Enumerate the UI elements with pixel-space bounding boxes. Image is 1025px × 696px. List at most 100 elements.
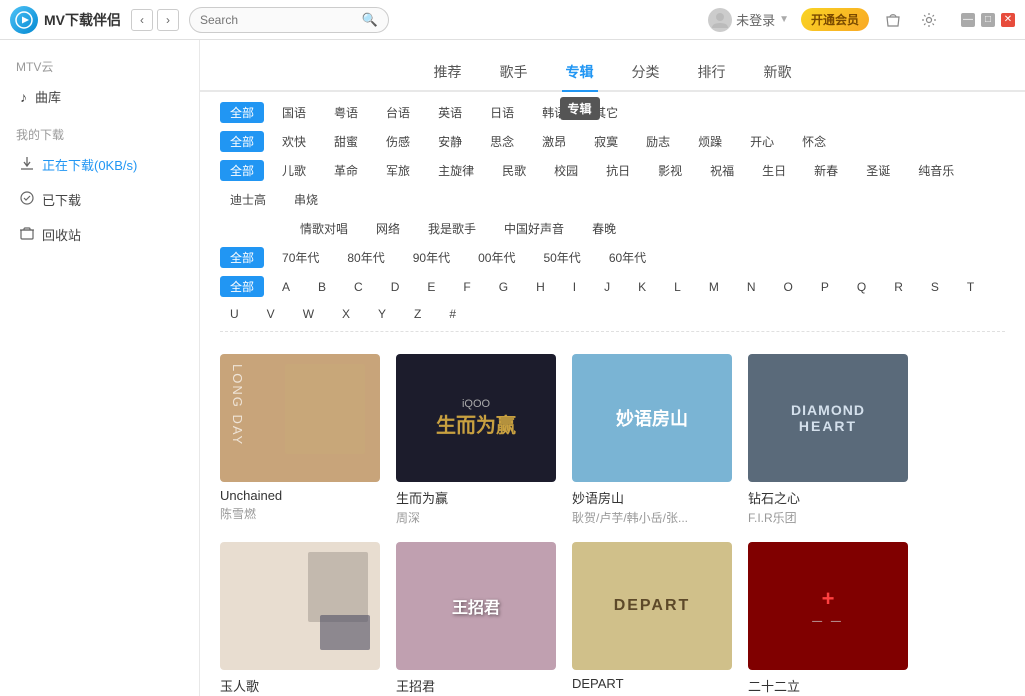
tab-paihang[interactable]: 排行 [694, 54, 730, 90]
filter-50s[interactable]: 50年代 [533, 247, 590, 268]
filter-60s[interactable]: 60年代 [599, 247, 656, 268]
filter-U[interactable]: U [220, 305, 249, 323]
filter-X[interactable]: X [332, 305, 360, 323]
filter-guoyu[interactable]: 国语 [272, 102, 316, 123]
filter-riyu[interactable]: 日语 [480, 102, 524, 123]
filter-H[interactable]: H [526, 278, 555, 296]
filter-N[interactable]: N [737, 278, 766, 296]
filter-D[interactable]: D [381, 278, 410, 296]
filter-V[interactable]: V [257, 305, 285, 323]
tab-xinge[interactable]: 新歌 [760, 54, 796, 90]
filter-wogeshou[interactable]: 我是歌手 [418, 218, 486, 239]
filter-hash[interactable]: # [439, 305, 466, 323]
nav-back[interactable]: ‹ [131, 9, 153, 31]
filter-yingyu[interactable]: 英语 [428, 102, 472, 123]
filter-80s[interactable]: 80年代 [337, 247, 394, 268]
album-card-diamond[interactable]: DIAMOND HEART 钻石之心 F.I.R乐团 [748, 354, 908, 526]
filter-zhongguohaoyin[interactable]: 中国好声音 [494, 218, 574, 239]
user-area[interactable]: 未登录 ▼ [708, 8, 789, 32]
filter-dishigao[interactable]: 迪士高 [220, 189, 276, 210]
filter-huankuai[interactable]: 欢快 [272, 131, 316, 152]
filter-G[interactable]: G [489, 278, 518, 296]
filter-qinggeduchang[interactable]: 情歌对唱 [290, 218, 358, 239]
filter-90s[interactable]: 90年代 [403, 247, 460, 268]
minimize-button[interactable]: — [961, 13, 975, 27]
filter-T[interactable]: T [957, 278, 984, 296]
sidebar-item-downloaded[interactable]: 已下载 [0, 182, 199, 217]
filter-L[interactable]: L [664, 278, 691, 296]
filter-Y[interactable]: Y [368, 305, 396, 323]
filter-chunyinyue[interactable]: 纯音乐 [908, 160, 964, 181]
vip-button[interactable]: 开通会员 [801, 8, 869, 31]
filter-jimo[interactable]: 寂寞 [584, 131, 628, 152]
maximize-button[interactable]: □ [981, 13, 995, 27]
filter-J[interactable]: J [594, 278, 620, 296]
filter-K[interactable]: K [628, 278, 656, 296]
bag-icon[interactable] [881, 8, 905, 32]
filter-wangluo[interactable]: 网络 [366, 218, 410, 239]
filter-mood-all[interactable]: 全部 [220, 131, 264, 152]
album-card-wanzhaojun[interactable]: 王招君 王招君 [396, 542, 556, 696]
nav-forward[interactable]: › [157, 9, 179, 31]
filter-00s[interactable]: 00年代 [468, 247, 525, 268]
filter-shengri[interactable]: 生日 [752, 160, 796, 181]
filter-P[interactable]: P [811, 278, 839, 296]
filter-M[interactable]: M [699, 278, 729, 296]
album-card-shengerweiying[interactable]: iQOO 生而为赢 生而为赢 周深 [396, 354, 556, 526]
filter-jiang[interactable]: 激昂 [532, 131, 576, 152]
filter-shangggan[interactable]: 伤感 [376, 131, 420, 152]
search-input[interactable] [200, 13, 356, 27]
filter-F[interactable]: F [453, 278, 480, 296]
filter-R[interactable]: R [884, 278, 913, 296]
filter-O[interactable]: O [773, 278, 802, 296]
tab-tuijian[interactable]: 推荐 [430, 54, 466, 90]
album-card-depart[interactable]: DEPART DEPART [572, 542, 732, 696]
filter-xinchun[interactable]: 新春 [804, 160, 848, 181]
filter-sinian[interactable]: 思念 [480, 131, 524, 152]
sidebar-item-downloading[interactable]: 正在下载(0KB/s) [0, 147, 199, 182]
search-bar[interactable]: 🔍 [189, 7, 389, 33]
filter-junlv[interactable]: 军旅 [376, 160, 420, 181]
filter-C[interactable]: C [344, 278, 373, 296]
close-button[interactable]: ✕ [1001, 13, 1015, 27]
sidebar-item-library[interactable]: ♪ 曲库 [0, 79, 199, 114]
filter-alpha-all[interactable]: 全部 [220, 276, 264, 297]
filter-tianmi[interactable]: 甜蜜 [324, 131, 368, 152]
filter-W[interactable]: W [293, 305, 324, 323]
filter-decade-all[interactable]: 全部 [220, 247, 264, 268]
filter-xiaoyuan[interactable]: 校园 [544, 160, 588, 181]
filter-Q[interactable]: Q [847, 278, 876, 296]
album-card-miaoyufangshan[interactable]: 妙语房山 妙语房山 耿贺/卢芋/韩小岳/张... [572, 354, 732, 526]
filter-fanzao[interactable]: 烦躁 [688, 131, 732, 152]
filter-chuanshao[interactable]: 串烧 [284, 189, 328, 210]
filter-erge[interactable]: 儿歌 [272, 160, 316, 181]
filter-70s[interactable]: 70年代 [272, 247, 329, 268]
tab-fenlei[interactable]: 分类 [628, 54, 664, 90]
tab-zhuanji[interactable]: 专辑 专辑 [562, 54, 598, 90]
filter-huainian[interactable]: 怀念 [792, 131, 836, 152]
filter-A[interactable]: A [272, 278, 300, 296]
filter-geming[interactable]: 革命 [324, 160, 368, 181]
filter-kangri[interactable]: 抗日 [596, 160, 640, 181]
filter-kaixin[interactable]: 开心 [740, 131, 784, 152]
filter-Z[interactable]: Z [404, 305, 431, 323]
filter-minge[interactable]: 民歌 [492, 160, 536, 181]
filter-yueyu[interactable]: 粤语 [324, 102, 368, 123]
filter-anjing[interactable]: 安静 [428, 131, 472, 152]
album-card-yurenge[interactable]: 玉人歌 陈粒 [220, 542, 380, 696]
tab-geshou[interactable]: 歌手 [496, 54, 532, 90]
filter-theme-all[interactable]: 全部 [220, 160, 264, 181]
filter-language-all[interactable]: 全部 [220, 102, 264, 123]
filter-chunwan[interactable]: 春晚 [582, 218, 626, 239]
settings-icon[interactable] [917, 8, 941, 32]
filter-E[interactable]: E [417, 278, 445, 296]
filter-taiyu[interactable]: 台语 [376, 102, 420, 123]
filter-zhuxuanlv[interactable]: 主旋律 [428, 160, 484, 181]
filter-yingshi[interactable]: 影视 [648, 160, 692, 181]
filter-lizhi[interactable]: 励志 [636, 131, 680, 152]
filter-shengdan[interactable]: 圣诞 [856, 160, 900, 181]
album-card-unchained[interactable]: LONG DAY Unchained 陈雪燃 [220, 354, 380, 526]
filter-S[interactable]: S [921, 278, 949, 296]
filter-B[interactable]: B [308, 278, 336, 296]
album-card-ershierli[interactable]: + — — 二十二立 [748, 542, 908, 696]
